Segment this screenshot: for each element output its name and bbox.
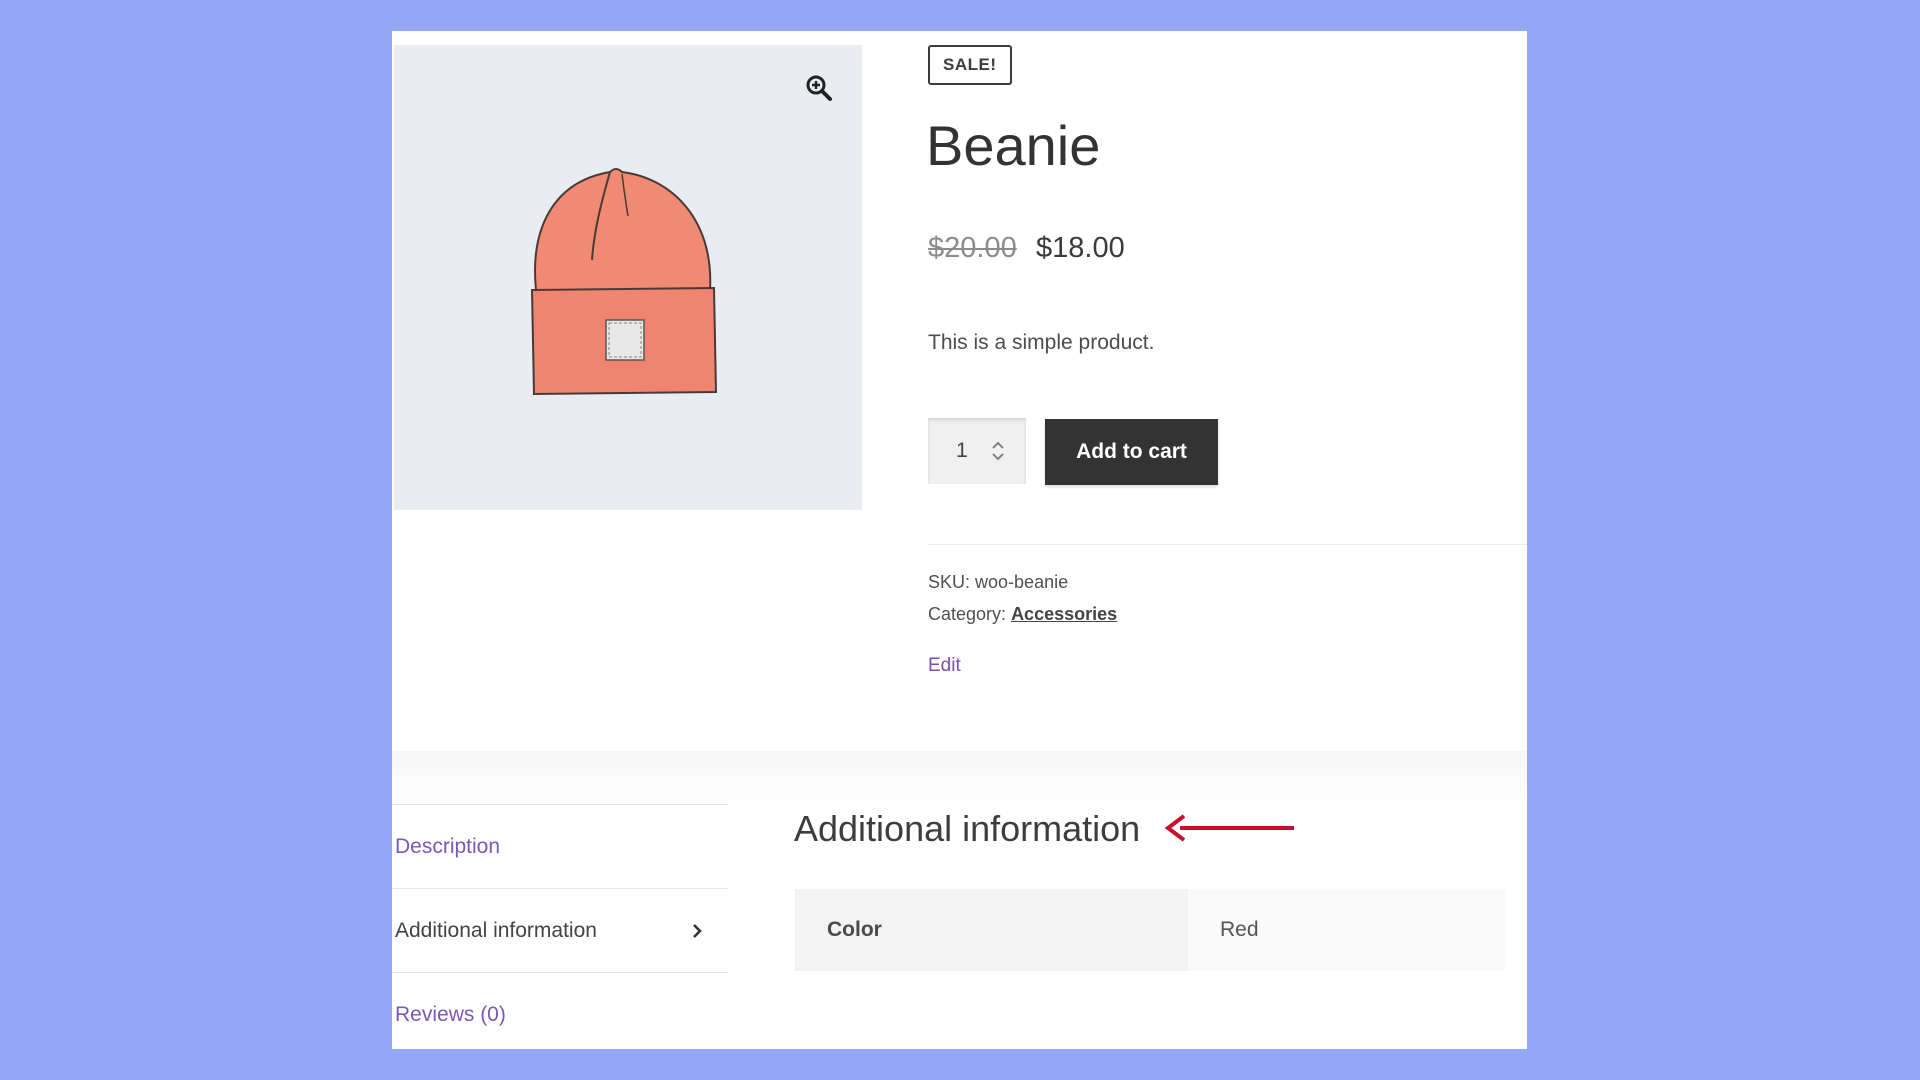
sku-line: SKU: woo-beanie: [928, 572, 1068, 593]
sale-price: $18.00: [1036, 232, 1125, 264]
product-page: SALE! Beanie $20.00 $18.00 This is a sim…: [392, 31, 1527, 1049]
quantity-value[interactable]: 1: [956, 418, 968, 484]
add-to-cart-button[interactable]: Add to cart: [1045, 419, 1218, 485]
attribute-value: Red: [1188, 889, 1505, 971]
edit-link[interactable]: Edit: [928, 655, 961, 677]
tab-description[interactable]: Description: [392, 804, 728, 888]
product-title: Beanie: [926, 114, 1101, 177]
sku-value: woo-beanie: [975, 572, 1069, 592]
tab-label: Additional information: [395, 919, 597, 942]
quantity-stepper[interactable]: 1: [928, 418, 1026, 484]
regular-price: $20.00: [928, 232, 1017, 264]
zoom-in-icon[interactable]: [804, 73, 834, 103]
tab-label: Description: [395, 835, 501, 858]
tab-additional-information[interactable]: Additional information: [392, 888, 728, 972]
category-line: Category: Accessories: [928, 604, 1117, 625]
beanie-product-image: [530, 168, 718, 396]
product-summary: SALE! Beanie $20.00 $18.00 This is a sim…: [926, 31, 1527, 731]
short-description: This is a simple product.: [928, 331, 1155, 354]
section-separator: [392, 751, 1527, 811]
category-label: Category:: [928, 604, 1007, 624]
chevron-right-icon: [693, 924, 702, 938]
summary-divider: [928, 544, 1527, 545]
category-link[interactable]: Accessories: [1011, 604, 1117, 624]
attribute-name: Color: [795, 889, 1188, 971]
additional-information-heading: Additional information: [794, 808, 1141, 849]
product-image-gallery[interactable]: [394, 45, 862, 510]
sale-badge: SALE!: [928, 45, 1012, 85]
product-tabs: Description Additional information Revie…: [392, 804, 728, 1049]
sku-label: SKU:: [928, 572, 971, 592]
tab-reviews[interactable]: Reviews (0): [392, 972, 728, 1049]
attributes-table: Color Red: [795, 889, 1505, 971]
tab-label: Reviews (0): [395, 1003, 506, 1026]
spinner-arrows-icon[interactable]: [988, 438, 1008, 464]
annotation-arrow-icon: [1164, 814, 1294, 842]
